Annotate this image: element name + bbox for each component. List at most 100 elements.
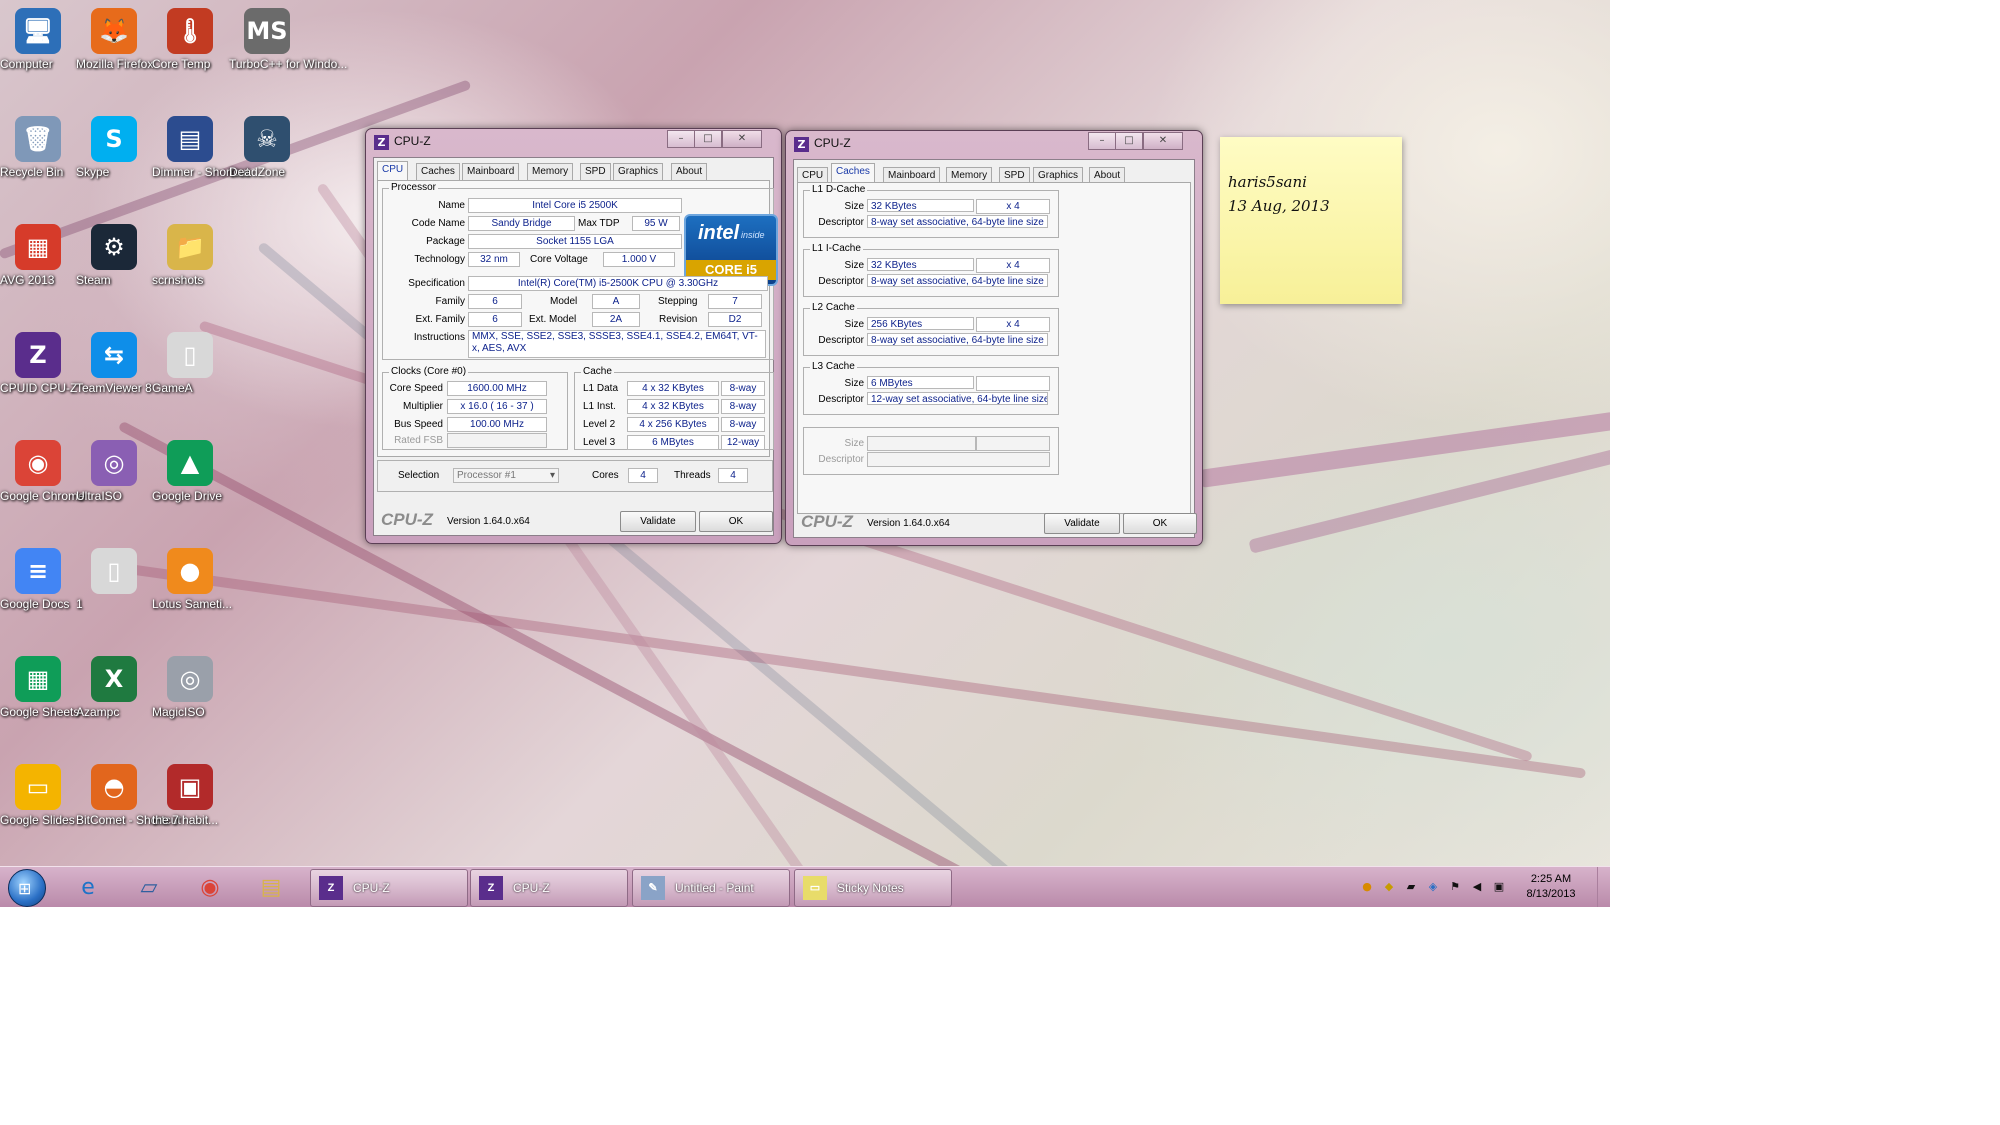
network-icon[interactable]: ▣ xyxy=(1492,880,1506,894)
instructions-value: MMX, SSE, SSE2, SSE3, SSSE3, SSE4.1, SSE… xyxy=(468,330,766,358)
descriptor-value: 8-way set associative, 64-byte line size xyxy=(867,333,1048,346)
desktop-icon[interactable]: ▦ AVG 2013 xyxy=(0,224,76,287)
taskbar-app-icon: ✎ xyxy=(641,876,665,900)
maximize-button[interactable]: □ xyxy=(694,130,722,148)
validate-button[interactable]: Validate xyxy=(620,511,696,532)
desktop-icon-label: MagicISO xyxy=(152,705,205,719)
caches-tab-panel: L1 D-Cache Size 32 KBytes x 4 Descriptor 8-wa… xyxy=(797,182,1191,514)
size-value xyxy=(867,436,976,451)
tray-app-icon[interactable]: ● xyxy=(1360,880,1374,894)
app-icon: ◉ xyxy=(15,440,61,486)
ok-button[interactable]: OK xyxy=(699,511,773,532)
tab-cpu[interactable]: CPU xyxy=(377,161,409,181)
close-button[interactable]: ✕ xyxy=(1143,132,1183,150)
descriptor-value: 12-way set associative, 64-byte line siz… xyxy=(867,392,1048,405)
voltage-label: Core Voltage xyxy=(530,254,588,265)
taskbar-button[interactable]: ✎ Untitled - Paint xyxy=(632,869,790,907)
app-icon: ◎ xyxy=(91,440,137,486)
desktop-icon[interactable]: ▭ Google Slides xyxy=(0,764,76,827)
desktop-icon[interactable]: S Skype xyxy=(76,116,152,179)
cpu-tab-panel: Processor Name Intel Core i5 2500K Code … xyxy=(377,180,778,457)
tab-caches[interactable]: Caches xyxy=(831,163,875,183)
desktop-icon[interactable]: ▯ GameA xyxy=(152,332,228,395)
desktop-icon[interactable]: ☠ DeadZone xyxy=(229,116,305,179)
minimize-button[interactable]: – xyxy=(667,130,695,148)
desktop-icon[interactable]: ◎ UltraISO xyxy=(76,440,152,503)
internet-explorer-icon[interactable]: e xyxy=(62,871,114,905)
tray-app-icon[interactable]: ◈ xyxy=(1426,880,1440,894)
tab-graphics[interactable]: Graphics xyxy=(613,163,664,180)
processor-select[interactable]: Processor #1 ▾ xyxy=(453,468,559,483)
tab-memory[interactable]: Memory xyxy=(527,163,574,180)
desktop-icon[interactable]: MS TurboC++ for Windo... xyxy=(229,8,347,71)
title-bar[interactable]: Z CPU-Z – □ ✕ xyxy=(786,131,1202,157)
desktop-icon[interactable]: ● Lotus Sameti... xyxy=(152,548,232,611)
start-button[interactable]: ⊞ xyxy=(8,869,46,907)
file-explorer-icon[interactable]: ▤ xyxy=(245,871,297,905)
validate-button[interactable]: Validate xyxy=(1044,513,1120,534)
desktop-icon[interactable]: X Azampc xyxy=(76,656,152,719)
taskbar-button[interactable]: ▭ Sticky Notes xyxy=(794,869,952,907)
multiplier-value: x 16.0 ( 16 - 37 ) xyxy=(447,399,547,414)
volume-icon[interactable]: ◀ xyxy=(1470,880,1484,894)
desktop-icon[interactable]: ◉ Google Chrome xyxy=(0,440,85,503)
ok-button[interactable]: OK xyxy=(1123,513,1197,534)
show-desktop-button[interactable] xyxy=(1597,867,1610,907)
close-button[interactable]: ✕ xyxy=(722,130,762,148)
desktop-icon[interactable]: ◎ MagicISO xyxy=(152,656,228,719)
desktop-icon[interactable]: 🖥 Computer xyxy=(0,8,76,71)
system-tray: ● ◆ ▰ ◈ ⚑ ◀ ▣ 2:25 AM 8/13/2013 xyxy=(1350,867,1610,907)
tab-caches[interactable]: Caches xyxy=(416,163,460,180)
desktop-icon[interactable]: ◓ BitComet - Shortcut xyxy=(76,764,181,827)
maximize-button[interactable]: □ xyxy=(1115,132,1143,150)
desktop-icon[interactable]: ⇆ TeamViewer 8 xyxy=(76,332,152,395)
maxtdp-value: 95 W xyxy=(632,216,680,231)
desktop-icon[interactable]: ▯ 1 xyxy=(76,548,152,611)
desktop-icon[interactable]: ≡ Google Docs xyxy=(0,548,76,611)
desktop-icon-label: DeadZone xyxy=(229,165,286,179)
taskbar-button[interactable]: Z CPU-Z xyxy=(310,869,468,907)
desktop-icon[interactable]: ⚙ Steam xyxy=(76,224,152,287)
desktop-icon[interactable]: ▤ Dimmer - Shortcut xyxy=(152,116,249,179)
maxtdp-label: Max TDP xyxy=(578,218,620,229)
clock[interactable]: 2:25 AM 8/13/2013 xyxy=(1516,872,1586,902)
instructions-label: Instructions xyxy=(413,332,465,343)
tab-about[interactable]: About xyxy=(671,163,708,180)
sticky-note[interactable]: haris5sani 13 Aug, 2013 xyxy=(1220,137,1402,304)
desktop-icon-label: AVG 2013 xyxy=(0,273,55,287)
tab-spd[interactable]: SPD xyxy=(580,163,611,180)
desktop-icon[interactable]: ▦ Google Sheets xyxy=(0,656,79,719)
desktop-icon-label: TurboC++ for Windo... xyxy=(229,57,348,71)
size-label: Size xyxy=(844,378,864,389)
family-label: Family xyxy=(435,296,465,307)
desktop-icon[interactable]: 🗑 Recycle Bin xyxy=(0,116,76,179)
app-icon: MS xyxy=(244,8,290,54)
title-bar[interactable]: Z CPU-Z – □ ✕ xyxy=(366,129,781,155)
taskbar-button[interactable]: Z CPU-Z xyxy=(470,869,628,907)
selection-label: Selection xyxy=(398,470,440,481)
size-label: Size xyxy=(844,201,864,212)
cache-row-label: Level 3 xyxy=(583,437,616,448)
cpuz-window-caches[interactable]: Z CPU-Z – □ ✕ CPU Caches Mainboard Memor… xyxy=(785,130,1203,546)
tray-app-icon[interactable]: ◆ xyxy=(1382,880,1396,894)
app-launcher-icon[interactable]: ▱ xyxy=(123,871,175,905)
taskbar-app-icon: ▭ xyxy=(803,876,827,900)
desktop-icon[interactable]: Z CPUID CPU-Z xyxy=(0,332,77,395)
desktop-icon[interactable]: 📁 scrnshots xyxy=(152,224,228,287)
count-value: x 4 xyxy=(976,199,1050,214)
cpuz-window-cpu[interactable]: Z CPU-Z – □ ✕ CPU Caches Mainboard Memor… xyxy=(365,128,782,544)
action-center-flag-icon[interactable]: ⚑ xyxy=(1448,880,1462,894)
clock-date: 8/13/2013 xyxy=(1526,888,1576,900)
google-chrome-icon[interactable]: ◉ xyxy=(184,871,236,905)
desktop-icon[interactable]: ▣ the 7 habit... xyxy=(152,764,228,827)
minimize-button[interactable]: – xyxy=(1088,132,1116,150)
desktop-icon[interactable]: 🌡 Core Temp xyxy=(152,8,228,71)
tab-mainboard[interactable]: Mainboard xyxy=(462,163,520,180)
tray-app-icon[interactable]: ▰ xyxy=(1404,880,1418,894)
desktop-icon-label: Steam xyxy=(76,273,111,287)
descriptor-value: 8-way set associative, 64-byte line size xyxy=(867,215,1048,228)
desktop-icon-label: Skype xyxy=(76,165,110,179)
chevron-down-icon: ▾ xyxy=(549,470,555,481)
desktop-icon[interactable]: ▲ Google Drive xyxy=(152,440,228,503)
desktop-icon[interactable]: 🦊 Mozilla Firefox xyxy=(76,8,153,71)
